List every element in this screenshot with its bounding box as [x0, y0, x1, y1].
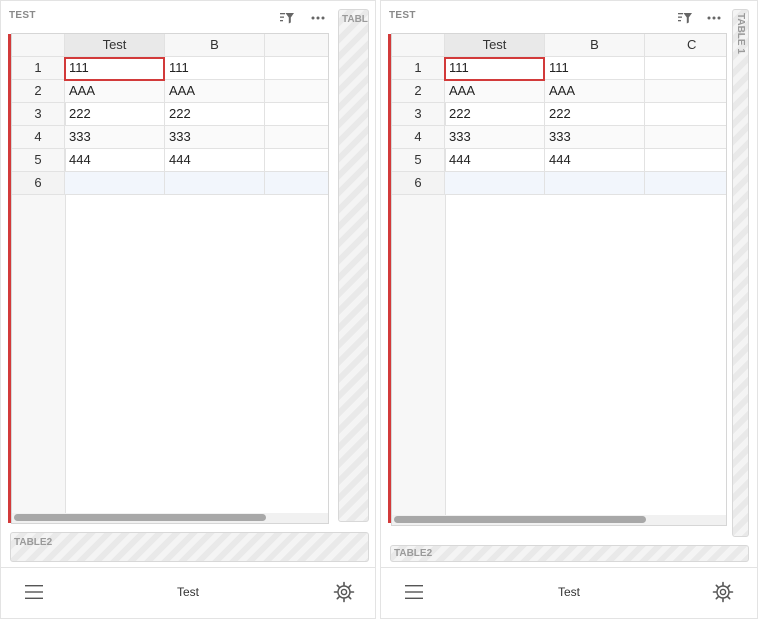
- row-number[interactable]: 4: [12, 126, 65, 149]
- table-cell[interactable]: [265, 126, 328, 149]
- column-header-test[interactable]: Test: [445, 34, 545, 57]
- more-dots-icon[interactable]: [706, 10, 722, 26]
- column-header-c[interactable]: C: [645, 34, 726, 57]
- footer-bar: Test: [1, 567, 375, 618]
- row-number[interactable]: 2: [392, 80, 445, 103]
- table-cell[interactable]: 333: [445, 126, 545, 149]
- column-header-b[interactable]: B: [165, 34, 265, 57]
- table-row: 4 333 333: [392, 126, 726, 149]
- side-table-tab[interactable]: TABLE 1: [732, 9, 749, 537]
- bottom-table-tab[interactable]: TABLE2: [10, 532, 369, 562]
- table-cell[interactable]: 444: [545, 149, 645, 172]
- more-dots-icon[interactable]: [310, 10, 326, 26]
- table-cell[interactable]: 111: [165, 57, 265, 80]
- table-cell[interactable]: 444: [165, 149, 265, 172]
- section-title: TEST: [9, 10, 36, 21]
- table-cell[interactable]: AAA: [445, 80, 545, 103]
- bottom-table-tab-label: TABLE2: [14, 537, 53, 548]
- footer-title: Test: [176, 585, 199, 599]
- table-cell[interactable]: 333: [545, 126, 645, 149]
- footer-bar: Test: [381, 567, 757, 618]
- row-number[interactable]: 4: [392, 126, 445, 149]
- table-cell[interactable]: 444: [65, 149, 165, 172]
- table-cell[interactable]: 222: [65, 103, 165, 126]
- section-title: TEST: [389, 10, 416, 21]
- table-cell[interactable]: 222: [545, 103, 645, 126]
- table-cell[interactable]: AAA: [545, 80, 645, 103]
- table-row: 1 111 111: [12, 57, 328, 80]
- row-number[interactable]: 3: [392, 103, 445, 126]
- table-row-new: 6: [392, 172, 726, 195]
- table-row-new: 6: [12, 172, 328, 195]
- table-cell[interactable]: AAA: [165, 80, 265, 103]
- table-cell[interactable]: 222: [445, 103, 545, 126]
- footer-title: Test: [557, 585, 580, 599]
- row-number[interactable]: 3: [12, 103, 65, 126]
- right-panel: TEST Test B C 1 111 111 2 AAA AAA 3 222 …: [380, 0, 758, 619]
- table-cell[interactable]: 222: [165, 103, 265, 126]
- table-row: 2 AAA AAA: [12, 80, 328, 103]
- table-row: 5 444 444: [392, 149, 726, 172]
- table-row: 1 111 111: [392, 57, 726, 80]
- side-table-tab[interactable]: TABLE: [338, 9, 369, 522]
- table-cell[interactable]: 333: [165, 126, 265, 149]
- table-cell[interactable]: [645, 126, 726, 149]
- row-number[interactable]: 2: [12, 80, 65, 103]
- table-cell[interactable]: 111: [545, 57, 645, 80]
- table-cell[interactable]: [265, 57, 328, 80]
- horizontal-scrollbar-thumb[interactable]: [394, 516, 646, 523]
- table-cell[interactable]: [645, 149, 726, 172]
- table-cell[interactable]: [265, 80, 328, 103]
- side-table-tab-label: TABLE 1: [735, 13, 746, 54]
- table-cell[interactable]: 333: [65, 126, 165, 149]
- corner-cell[interactable]: [392, 34, 445, 57]
- row-number[interactable]: 1: [12, 57, 65, 80]
- spreadsheet-grid[interactable]: Test B C 1 111 111 2 AAA AAA 3 222 222 4…: [391, 33, 727, 526]
- row-number[interactable]: 1: [392, 57, 445, 80]
- table-cell[interactable]: [265, 172, 328, 195]
- corner-cell[interactable]: [12, 34, 65, 57]
- gear-icon[interactable]: [712, 581, 734, 603]
- table-cell[interactable]: [545, 172, 645, 195]
- gear-icon[interactable]: [333, 581, 355, 603]
- bottom-table-tab[interactable]: TABLE2: [390, 545, 749, 562]
- table-cell[interactable]: [645, 80, 726, 103]
- sort-filter-icon[interactable]: [677, 10, 693, 26]
- side-table-tab-label: TABLE: [342, 14, 368, 25]
- row-number[interactable]: 6: [392, 172, 445, 195]
- table-cell[interactable]: [645, 172, 726, 195]
- row-number[interactable]: 5: [392, 149, 445, 172]
- table-row: 2 AAA AAA: [392, 80, 726, 103]
- table-cell[interactable]: [165, 172, 265, 195]
- horizontal-scrollbar-thumb[interactable]: [14, 514, 266, 521]
- left-panel: TEST Test B C 1 111 111 2 AAA AAA: [0, 0, 376, 619]
- row-number[interactable]: 5: [12, 149, 65, 172]
- table-cell[interactable]: [645, 57, 726, 80]
- column-header-c[interactable]: C: [265, 34, 328, 57]
- table-cell[interactable]: [445, 172, 545, 195]
- table-row: 4 333 333: [12, 126, 328, 149]
- bottom-table-tab-label: TABLE2: [394, 548, 433, 559]
- sort-filter-icon[interactable]: [279, 10, 295, 26]
- column-header-test[interactable]: Test: [65, 34, 165, 57]
- table-cell[interactable]: 444: [445, 149, 545, 172]
- table-cell[interactable]: 111: [445, 57, 545, 80]
- column-header-row: Test B C: [392, 34, 726, 57]
- table-cell[interactable]: [265, 103, 328, 126]
- table-cell[interactable]: 111: [65, 57, 165, 80]
- row-number[interactable]: 6: [12, 172, 65, 195]
- table-cell[interactable]: [265, 149, 328, 172]
- table-row: 5 444 444: [12, 149, 328, 172]
- table-row: 3 222 222: [12, 103, 328, 126]
- spreadsheet-grid[interactable]: Test B C 1 111 111 2 AAA AAA 3 222 222 4…: [11, 33, 329, 524]
- table-cell[interactable]: [65, 172, 165, 195]
- column-header-row: Test B C: [12, 34, 328, 57]
- table-cell[interactable]: AAA: [65, 80, 165, 103]
- table-cell[interactable]: [645, 103, 726, 126]
- column-header-b[interactable]: B: [545, 34, 645, 57]
- table-row: 3 222 222: [392, 103, 726, 126]
